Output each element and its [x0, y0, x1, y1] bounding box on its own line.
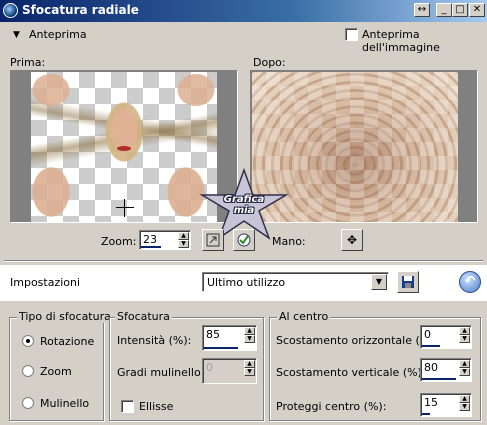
save-preset-button[interactable] — [397, 271, 419, 293]
watermark-line2: mia — [233, 205, 255, 216]
h-offset-down-icon[interactable]: ▼ — [459, 335, 470, 343]
chevron-down-icon[interactable]: ▼ — [371, 274, 387, 290]
v-offset-level-bar — [422, 378, 456, 380]
chevron-down-icon[interactable]: ▼ — [13, 30, 20, 40]
watermark-line1: Grafica — [223, 194, 265, 205]
settings-select[interactable]: Ultimo utilizzo ▼ — [202, 272, 389, 292]
blur-type-legend: Tipo di sfocatura — [17, 310, 113, 323]
zoom-value[interactable]: 23 — [143, 233, 157, 246]
radio-zoom-label[interactable]: Zoom — [40, 365, 72, 378]
before-label: Prima: — [10, 56, 46, 69]
zoom-spinner[interactable]: 23 ▲ ▼ — [139, 230, 191, 250]
settings-label: Impostazioni — [10, 276, 81, 289]
radio-twirl-label[interactable]: Mulinello — [40, 397, 89, 410]
separator — [4, 260, 483, 262]
crosshair-icon[interactable] — [116, 199, 134, 217]
protect-level-bar — [422, 413, 430, 415]
v-offset-up-icon[interactable]: ▲ — [459, 360, 470, 368]
after-label: Dopo: — [253, 56, 286, 69]
lips-mark — [117, 146, 131, 151]
twist-value[interactable]: 0 — [206, 361, 213, 374]
zoom-up-icon[interactable]: ▲ — [178, 232, 189, 240]
minimize-button[interactable]: _ — [436, 3, 452, 17]
eye-check-icon — [237, 233, 251, 247]
h-offset-spinner[interactable]: 0 ▲ ▼ — [420, 325, 472, 349]
v-offset-down-icon[interactable]: ▼ — [459, 368, 470, 376]
intensity-spinner[interactable]: 85 ▲ ▼ — [202, 325, 257, 351]
protect-spinner[interactable]: 15 ▲ ▼ — [420, 393, 472, 417]
intensity-level-bar — [204, 347, 238, 349]
elliptical-label[interactable]: Ellisse — [139, 400, 173, 413]
twist-spinner[interactable]: 0 ▲ ▼ — [202, 358, 257, 384]
intensity-value[interactable]: 85 — [206, 328, 220, 341]
zoom-fit-button[interactable] — [202, 229, 224, 251]
h-offset-level-bar — [422, 345, 440, 347]
intensity-down-icon[interactable]: ▼ — [244, 335, 255, 343]
radio-twirl[interactable] — [22, 397, 34, 409]
pan-label: Mano: — [272, 235, 306, 248]
settings-selected[interactable]: Ultimo utilizzo — [207, 276, 285, 289]
radio-rotation[interactable] — [22, 335, 34, 347]
blur-legend: Sfocatura — [115, 310, 172, 323]
image-preview-checkbox[interactable] — [345, 28, 358, 41]
h-offset-up-icon[interactable]: ▲ — [459, 327, 470, 335]
protect-down-icon[interactable]: ▼ — [459, 403, 470, 411]
v-offset-spinner[interactable]: 80 ▲ ▼ — [420, 358, 472, 382]
pan-move-icon[interactable]: ✥ — [341, 229, 363, 251]
intensity-label: Intensità (%): — [117, 334, 192, 347]
v-offset-label: Scostamento verticale (%): — [276, 366, 426, 379]
twist-down-icon[interactable]: ▼ — [244, 368, 255, 376]
zoom-level-bar — [141, 246, 161, 248]
h-offset-label: Scostamento orizzontale (%): — [276, 334, 439, 347]
twist-up-icon[interactable]: ▲ — [244, 360, 255, 368]
maximize-button[interactable]: □ — [452, 3, 468, 17]
protect-label: Proteggi centro (%): — [276, 400, 387, 413]
twist-label: Gradi mulinello: — [117, 366, 205, 379]
v-offset-value[interactable]: 80 — [424, 361, 438, 374]
protect-up-icon[interactable]: ▲ — [459, 395, 470, 403]
protect-value[interactable]: 15 — [424, 396, 438, 409]
image-preview-label: Anteprima dell'immagine — [362, 28, 440, 54]
elliptical-checkbox[interactable] — [121, 400, 134, 413]
radio-zoom[interactable] — [22, 365, 34, 377]
floppy-disk-icon — [402, 276, 414, 288]
center-legend: Al centro — [277, 310, 331, 323]
window-title: Sfocatura radiale — [22, 3, 139, 17]
h-offset-value[interactable]: 0 — [424, 328, 431, 341]
reset-arrow-icon[interactable]: ↶ — [459, 271, 481, 293]
intensity-up-icon[interactable]: ▲ — [244, 327, 255, 335]
preview-toggle-label[interactable]: Anteprima — [29, 28, 87, 41]
zoom-label: Zoom: — [101, 235, 137, 248]
watermark-text: Grafica mia — [214, 194, 274, 216]
proof-button[interactable] — [233, 229, 255, 251]
app-icon — [3, 3, 18, 18]
zoom-down-icon[interactable]: ▼ — [178, 240, 189, 248]
radio-rotation-label[interactable]: Rotazione — [40, 335, 94, 348]
restore-icon[interactable]: ↔ — [414, 3, 430, 17]
zoom-fit-icon — [206, 233, 220, 247]
close-button[interactable]: ✕ — [469, 3, 485, 17]
